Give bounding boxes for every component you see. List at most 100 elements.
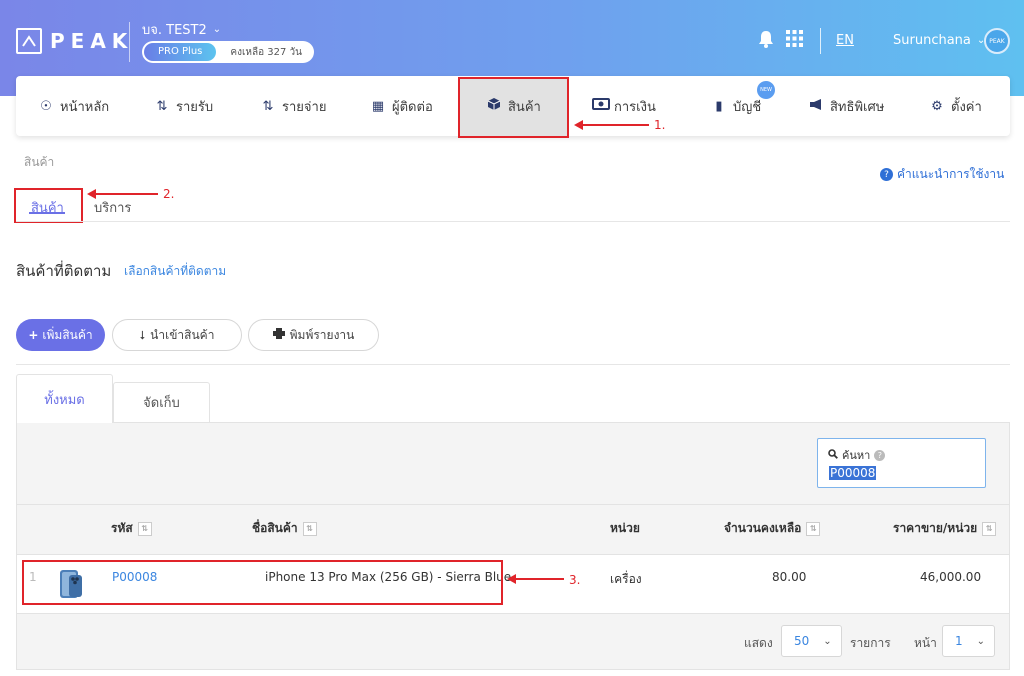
sort-icon[interactable]: ⇅ [982, 521, 997, 536]
column-label: หน่วย [610, 521, 640, 535]
product-unit: เครื่อง [610, 572, 642, 586]
question-icon: ? [880, 168, 893, 181]
plan-badge: PRO Plus [144, 43, 217, 61]
search-label: ค้นหา [842, 449, 871, 462]
sort-icon[interactable]: ⇅ [137, 521, 152, 536]
column-price[interactable]: ราคาขาย/หน่วย ⇅ [893, 519, 997, 538]
tab-products[interactable]: สินค้า [31, 197, 64, 218]
annotation-arrow-head [507, 574, 516, 584]
menu-item-products[interactable]: สินค้า [486, 76, 541, 136]
pagination-page-label: หน้า [914, 636, 937, 650]
company-name: บจ. TEST2 [142, 23, 207, 38]
annotation-label: 2. [163, 187, 175, 201]
user-menu[interactable]: Surunchana ⌄ [893, 33, 985, 48]
tab-all[interactable]: ทั้งหมด [16, 374, 113, 423]
search-label-row: ค้นหา ? [828, 446, 886, 464]
breadcrumb[interactable]: สินค้า [24, 153, 54, 172]
menu-item-accounting[interactable]: ▮ บัญชี [711, 76, 761, 136]
pagination-items-label: รายการ [850, 636, 891, 650]
menu-item-label: บัญชี [733, 99, 762, 115]
menu-item-contacts[interactable]: ▦ ผู้ติดต่อ [370, 76, 433, 136]
income-icon: ⇅ [156, 98, 168, 114]
annotation-arrow-line [96, 193, 158, 195]
product-qty: 80.00 [772, 570, 807, 584]
annotation-arrow-head [574, 120, 583, 130]
new-badge: NEW [756, 80, 776, 100]
peak-logo[interactable]: PEAK [16, 28, 133, 54]
add-product-button[interactable]: + เพิ่มสินค้า [16, 319, 105, 351]
money-icon [592, 98, 610, 114]
column-name[interactable]: ชื่อสินค้า ⇅ [252, 519, 317, 538]
search-value[interactable]: P00008 [829, 466, 877, 480]
print-report-button[interactable]: พิมพ์รายงาน [248, 319, 379, 351]
column-qty[interactable]: จำนวนคงเหลือ ⇅ [724, 519, 821, 538]
help-label: คำแนะนำการใช้งาน [897, 167, 1005, 181]
pagination-show-label: แสดง [744, 636, 773, 650]
avatar[interactable]: PEAK [984, 28, 1010, 54]
page-value: 1 [955, 634, 963, 648]
tab-archive[interactable]: จัดเก็บ [113, 382, 210, 423]
plus-icon: + [28, 328, 39, 342]
question-icon: ? [874, 449, 886, 461]
menu-item-label: สิทธิพิเศษ [830, 99, 885, 115]
logo-text: PEAK [50, 29, 134, 53]
divider [16, 221, 1010, 222]
button-label: เพิ่มสินค้า [42, 327, 93, 342]
chevron-down-icon: ⌄ [823, 635, 832, 647]
column-code[interactable]: รหัส ⇅ [111, 519, 152, 538]
expense-icon: ⇅ [262, 98, 274, 114]
menu-item-label: ตั้งค่า [951, 99, 982, 115]
plan-pill: PRO Plus คงเหลือ 327 วัน [142, 41, 315, 63]
column-label: ชื่อสินค้า [252, 521, 298, 535]
table-header [17, 504, 1009, 554]
row-highlight-box [22, 560, 503, 605]
sort-icon[interactable]: ⇅ [806, 521, 821, 536]
import-product-button[interactable]: ⭣ นำเข้าสินค้า [112, 319, 242, 351]
select-tracked-link[interactable]: เลือกสินค้าที่ติดตาม [124, 262, 226, 281]
menu-item-finance[interactable]: การเงิน [592, 76, 656, 136]
menu-item-label: ผู้ติดต่อ [392, 99, 433, 115]
search-input[interactable]: ค้นหา ? P00008 [817, 438, 986, 488]
divider [16, 364, 1010, 365]
menu-item-label: หน้าหลัก [60, 99, 110, 115]
chevron-down-icon: ⌄ [212, 24, 222, 35]
menu-item-settings[interactable]: ⚙ ตั้งค่า [929, 76, 982, 136]
product-price: 46,000.00 [920, 570, 982, 584]
company-selector[interactable]: บจ. TEST2 ⌄ [142, 19, 221, 40]
annotation-arrow-head [87, 189, 96, 199]
printer-icon [272, 328, 285, 342]
gear-icon: ⚙ [931, 98, 943, 114]
menu-item-label: รายจ่าย [282, 99, 327, 115]
days-left: คงเหลือ 327 วัน [230, 46, 303, 58]
menu-item-income[interactable]: ⇅ รายรับ [154, 76, 214, 136]
page-select[interactable]: 1 ⌄ [942, 625, 995, 657]
column-unit: หน่วย [610, 519, 640, 538]
search-icon [828, 448, 838, 462]
menu-item-home[interactable]: ☉ หน้าหลัก [38, 76, 109, 136]
sort-icon[interactable]: ⇅ [302, 521, 317, 536]
button-label: พิมพ์รายงาน [289, 327, 355, 342]
per-page-select[interactable]: 50 ⌄ [781, 625, 842, 657]
menu-item-label: รายรับ [176, 99, 214, 115]
language-switch[interactable]: EN [836, 33, 854, 48]
help-link[interactable]: ? คำแนะนำการใช้งาน [880, 165, 1004, 184]
tab-active-indicator [29, 212, 65, 214]
column-label: จำนวนคงเหลือ [724, 521, 802, 535]
column-label: รหัส [111, 521, 133, 535]
menu-item-privileges[interactable]: สิทธิพิเศษ [808, 76, 884, 136]
bell-icon[interactable] [758, 30, 774, 52]
contacts-icon: ▦ [371, 98, 385, 114]
annotation-label: 1. [654, 118, 666, 132]
dashboard-icon: ☉ [40, 98, 52, 114]
import-icon: ⭣ [139, 327, 146, 342]
header-divider [820, 28, 821, 54]
chevron-down-icon: ⌄ [976, 635, 986, 647]
apps-grid-icon[interactable] [786, 30, 803, 51]
logo-mark-icon [16, 28, 42, 54]
accounting-icon: ▮ [715, 98, 723, 114]
box-icon [486, 97, 502, 115]
tab-services[interactable]: บริการ [94, 197, 131, 218]
menu-item-expense[interactable]: ⇅ รายจ่าย [260, 76, 327, 136]
column-label: ราคาขาย/หน่วย [893, 521, 978, 535]
user-name: Surunchana [893, 33, 971, 48]
